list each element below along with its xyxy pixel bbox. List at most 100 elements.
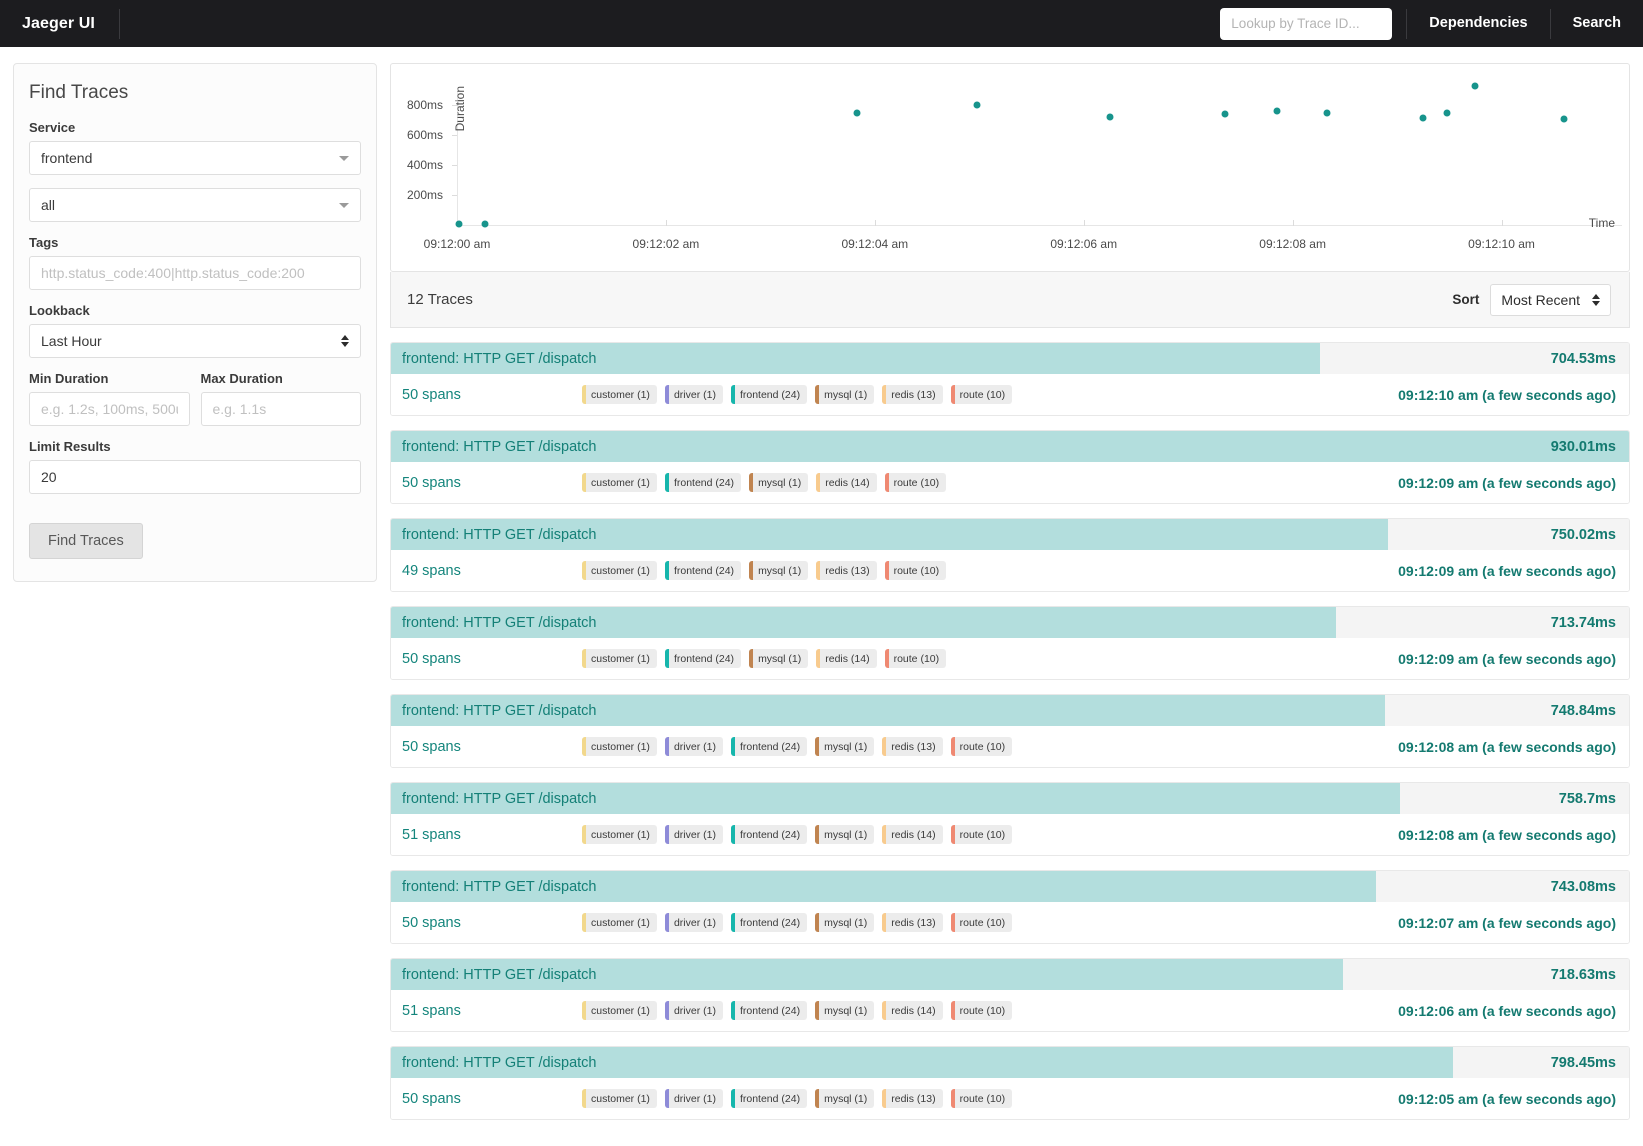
trace-result-item[interactable]: frontend: HTTP GET /dispatch 713.74ms 50 s…	[390, 606, 1630, 680]
trace-result-item[interactable]: frontend: HTTP GET /dispatch 718.63ms 51 s…	[390, 958, 1630, 1032]
service-chip[interactable]: mysql (1)	[815, 913, 875, 932]
nav-link-search[interactable]: Search	[1551, 0, 1643, 47]
trace-header[interactable]: frontend: HTTP GET /dispatch 704.53ms	[391, 343, 1629, 374]
chart-data-point[interactable]	[1443, 109, 1451, 116]
service-chip[interactable]: customer (1)	[582, 649, 657, 668]
service-chip[interactable]: frontend (24)	[730, 385, 808, 404]
service-chip[interactable]: route (10)	[950, 913, 1013, 932]
max-duration-input[interactable]	[200, 392, 361, 426]
chart-data-point[interactable]	[973, 101, 981, 109]
service-chip[interactable]: customer (1)	[582, 737, 657, 756]
chart-data-point[interactable]	[1419, 114, 1427, 122]
service-chip[interactable]: mysql (1)	[749, 473, 809, 492]
service-chip[interactable]: mysql (1)	[749, 649, 809, 668]
sort-select[interactable]: Most Recent	[1490, 283, 1611, 316]
chart-data-point[interactable]	[1221, 110, 1229, 118]
service-chip[interactable]: mysql (1)	[815, 825, 875, 844]
service-chip[interactable]: redis (14)	[882, 1001, 943, 1020]
chart-data-point[interactable]	[853, 109, 861, 117]
service-chip[interactable]: route (10)	[884, 649, 947, 668]
service-chip[interactable]: frontend (24)	[730, 1089, 808, 1108]
service-chip[interactable]: mysql (1)	[815, 1089, 875, 1108]
service-chip[interactable]: redis (13)	[816, 561, 877, 580]
chart-data-point[interactable]	[481, 220, 489, 228]
chart-data-point[interactable]	[1560, 115, 1568, 123]
chart-data-point[interactable]	[455, 220, 463, 228]
trace-result-item[interactable]: frontend: HTTP GET /dispatch 748.84ms 50 s…	[390, 694, 1630, 768]
service-chip[interactable]: redis (13)	[882, 1089, 943, 1108]
service-chip[interactable]: redis (13)	[882, 737, 943, 756]
service-chip[interactable]: frontend (24)	[730, 913, 808, 932]
trace-header[interactable]: frontend: HTTP GET /dispatch 718.63ms	[391, 959, 1629, 990]
trace-result-item[interactable]: frontend: HTTP GET /dispatch 930.01ms 50 s…	[390, 430, 1630, 504]
chart-data-point[interactable]	[1106, 113, 1114, 121]
service-chip[interactable]: customer (1)	[582, 1001, 657, 1020]
service-chip[interactable]: mysql (1)	[815, 1001, 875, 1020]
service-chip[interactable]: redis (13)	[882, 913, 943, 932]
service-chip[interactable]: redis (14)	[882, 825, 943, 844]
service-chip[interactable]: frontend (24)	[664, 473, 742, 492]
service-chip[interactable]: redis (13)	[882, 385, 943, 404]
trace-id-lookup-input[interactable]	[1220, 7, 1393, 40]
service-chip[interactable]: driver (1)	[664, 825, 723, 844]
service-chip[interactable]: frontend (24)	[664, 561, 742, 580]
nav-link-dependencies[interactable]: Dependencies	[1407, 0, 1549, 47]
service-chip[interactable]: driver (1)	[664, 737, 723, 756]
min-duration-input[interactable]	[29, 392, 190, 426]
trace-result-item[interactable]: frontend: HTTP GET /dispatch 743.08ms 50 s…	[390, 870, 1630, 944]
chart-data-point[interactable]	[1273, 107, 1281, 115]
service-chip[interactable]: mysql (1)	[749, 561, 809, 580]
service-chip[interactable]: customer (1)	[582, 385, 657, 404]
service-chip[interactable]: frontend (24)	[730, 737, 808, 756]
service-chip[interactable]: mysql (1)	[815, 737, 875, 756]
trace-header[interactable]: frontend: HTTP GET /dispatch 930.01ms	[391, 431, 1629, 462]
app-logo[interactable]: Jaeger UI	[0, 0, 119, 47]
service-chip[interactable]: customer (1)	[582, 561, 657, 580]
service-select[interactable]: frontend	[29, 141, 361, 175]
trace-result-item[interactable]: frontend: HTTP GET /dispatch 758.7ms 51 sp…	[390, 782, 1630, 856]
limit-results-input[interactable]	[29, 460, 361, 494]
lookback-select[interactable]: Last Hour	[29, 324, 361, 358]
service-chip[interactable]: redis (14)	[816, 473, 877, 492]
service-chip[interactable]: route (10)	[884, 473, 947, 492]
trace-header[interactable]: frontend: HTTP GET /dispatch 748.84ms	[391, 695, 1629, 726]
service-chip[interactable]: driver (1)	[664, 385, 723, 404]
tags-input[interactable]	[29, 256, 361, 290]
service-chip[interactable]: route (10)	[950, 737, 1013, 756]
trace-result-item[interactable]: frontend: HTTP GET /dispatch 798.45ms 50 s…	[390, 1046, 1630, 1120]
trace-header[interactable]: frontend: HTTP GET /dispatch 743.08ms	[391, 871, 1629, 902]
chart-data-point[interactable]	[1471, 82, 1479, 89]
trace-span-count: 50 spans	[402, 386, 461, 403]
trace-result-item[interactable]: frontend: HTTP GET /dispatch 704.53ms 50 s…	[390, 342, 1630, 416]
service-chip[interactable]: route (10)	[950, 825, 1013, 844]
service-chip[interactable]: route (10)	[950, 1001, 1013, 1020]
find-traces-button[interactable]: Find Traces	[29, 523, 143, 559]
trace-header[interactable]: frontend: HTTP GET /dispatch 750.02ms	[391, 519, 1629, 550]
lookback-select-value: Last Hour	[41, 333, 102, 349]
service-chip[interactable]: customer (1)	[582, 913, 657, 932]
duration-scatter-chart[interactable]: 800ms 600ms 400ms 200ms 09:12:00 am 09:12:02 …	[390, 63, 1630, 272]
operation-select[interactable]: all	[29, 188, 361, 222]
service-chip[interactable]: route (10)	[950, 1089, 1013, 1108]
service-chip[interactable]: frontend (24)	[730, 1001, 808, 1020]
service-chip[interactable]: driver (1)	[664, 1089, 723, 1108]
chart-data-point[interactable]	[1323, 109, 1331, 117]
service-chip[interactable]: mysql (1)	[815, 385, 875, 404]
trace-meta-row: 50 spans customer (1) frontend (24) mysql (…	[391, 638, 1629, 679]
service-chip[interactable]: driver (1)	[664, 1001, 723, 1020]
service-chip[interactable]: route (10)	[884, 561, 947, 580]
trace-header[interactable]: frontend: HTTP GET /dispatch 758.7ms	[391, 783, 1629, 814]
trace-result-item[interactable]: frontend: HTTP GET /dispatch 750.02ms 49 s…	[390, 518, 1630, 592]
service-chip[interactable]: frontend (24)	[730, 825, 808, 844]
service-chip[interactable]: driver (1)	[664, 913, 723, 932]
trace-header[interactable]: frontend: HTTP GET /dispatch 798.45ms	[391, 1047, 1629, 1078]
service-chip[interactable]: customer (1)	[582, 1089, 657, 1108]
trace-count-label: 12 Traces	[407, 291, 473, 308]
service-chip[interactable]: customer (1)	[582, 473, 657, 492]
service-chip[interactable]: customer (1)	[582, 825, 657, 844]
trace-header[interactable]: frontend: HTTP GET /dispatch 713.74ms	[391, 607, 1629, 638]
service-chip[interactable]: route (10)	[950, 385, 1013, 404]
trace-timestamp: 09:12:10 am (a few seconds ago)	[1398, 386, 1616, 403]
service-chip[interactable]: frontend (24)	[664, 649, 742, 668]
service-chip[interactable]: redis (14)	[816, 649, 877, 668]
